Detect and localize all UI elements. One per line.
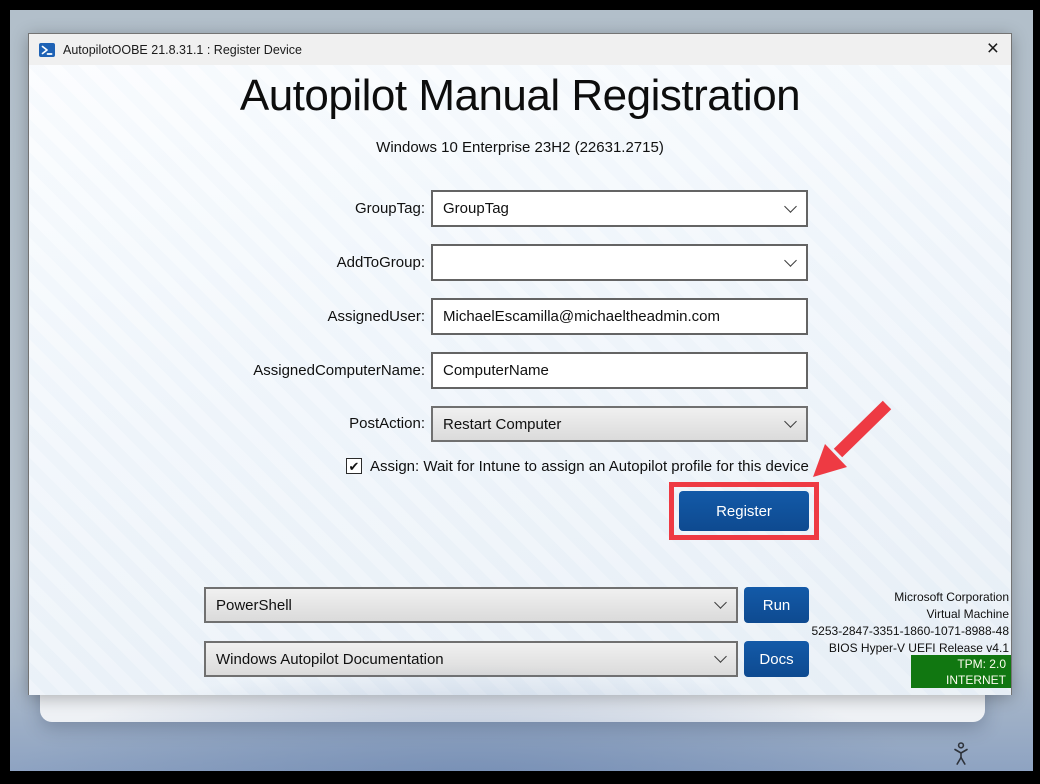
page-title: Autopilot Manual Registration — [29, 71, 1011, 121]
powershell-icon — [39, 42, 55, 58]
oobe-background: AutopilotOOBE 21.8.31.1 : Register Devic… — [10, 10, 1033, 771]
postaction-label: PostAction: — [349, 406, 425, 442]
script-selected-value: PowerShell — [216, 589, 292, 621]
close-icon[interactable]: × — [987, 34, 999, 65]
documentation-selected-value: Windows Autopilot Documentation — [216, 643, 444, 675]
tpm-status: TPM: 2.0 — [911, 656, 1006, 672]
assigneduser-label: AssignedUser: — [327, 298, 425, 335]
postaction-selected-value: Restart Computer — [443, 408, 561, 440]
assigneduser-field[interactable] — [431, 298, 808, 335]
assign-checkbox[interactable]: ✔ — [346, 458, 362, 474]
network-status: INTERNET — [911, 672, 1006, 688]
system-info: Microsoft Corporation Virtual Machine 52… — [689, 589, 1009, 657]
assign-checkbox-row: ✔ Assign: Wait for Intune to assign an A… — [346, 456, 809, 476]
window-title: AutopilotOOBE 21.8.31.1 : Register Devic… — [63, 43, 302, 57]
assigneduser-row: AssignedUser: — [29, 298, 1011, 335]
grouptag-input[interactable] — [433, 192, 806, 225]
title-bar[interactable]: AutopilotOOBE 21.8.31.1 : Register Devic… — [29, 34, 1011, 65]
addtogroup-label: AddToGroup: — [337, 244, 425, 281]
assignedcomputername-row: AssignedComputerName: — [29, 352, 1011, 389]
register-highlight-box: Register — [669, 482, 819, 540]
assignedcomputername-label: AssignedComputerName: — [253, 352, 425, 389]
app-window: AutopilotOOBE 21.8.31.1 : Register Devic… — [28, 33, 1012, 695]
accessibility-icon[interactable] — [951, 742, 971, 766]
grouptag-label: GroupTag: — [355, 190, 425, 227]
postaction-row: PostAction: Restart Computer — [29, 406, 1011, 442]
manufacturer-text: Microsoft Corporation — [689, 589, 1009, 606]
chevron-down-icon[interactable] — [714, 650, 727, 663]
serial-number-text: 5253-2847-3351-1860-1071-8988-48 — [689, 623, 1009, 640]
assignedcomputername-input[interactable] — [433, 354, 806, 387]
assign-checkbox-label: Assign: Wait for Intune to assign an Aut… — [370, 458, 809, 475]
grouptag-combobox[interactable] — [431, 190, 808, 227]
window-content: Autopilot Manual Registration Windows 10… — [29, 65, 1011, 695]
addtogroup-input[interactable] — [433, 246, 806, 279]
os-version-subtitle: Windows 10 Enterprise 23H2 (22631.2715) — [29, 139, 1011, 156]
status-badge: TPM: 2.0 INTERNET — [911, 655, 1011, 688]
addtogroup-row: AddToGroup: — [29, 244, 1011, 281]
postaction-dropdown[interactable]: Restart Computer — [431, 406, 808, 442]
chevron-down-icon[interactable] — [784, 415, 797, 428]
bios-version-text: BIOS Hyper-V UEFI Release v4.1 — [689, 640, 1009, 657]
assignedcomputername-field[interactable] — [431, 352, 808, 389]
assigneduser-input[interactable] — [433, 300, 806, 333]
screen: AutopilotOOBE 21.8.31.1 : Register Devic… — [0, 0, 1040, 784]
grouptag-row: GroupTag: — [29, 190, 1011, 227]
model-text: Virtual Machine — [689, 606, 1009, 623]
documentation-dropdown[interactable]: Windows Autopilot Documentation — [204, 641, 738, 677]
checkmark-icon: ✔ — [349, 460, 360, 473]
script-dropdown[interactable]: PowerShell — [204, 587, 738, 623]
register-button[interactable]: Register — [679, 491, 809, 531]
addtogroup-combobox[interactable] — [431, 244, 808, 281]
